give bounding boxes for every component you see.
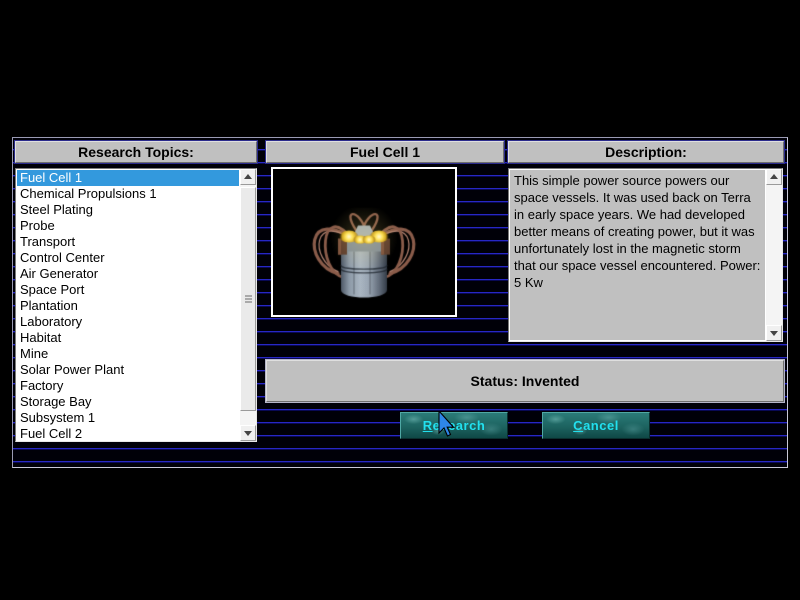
- scroll-down-arrow-icon[interactable]: [766, 325, 782, 341]
- fuel-cell-3d-render: [273, 169, 455, 315]
- list-item[interactable]: Laboratory: [17, 314, 239, 330]
- scrollbar-grip-icon: [245, 295, 252, 303]
- list-item[interactable]: Subsystem 1: [17, 410, 239, 426]
- description-textbox[interactable]: This simple power source powers our spac…: [508, 168, 783, 342]
- list-item[interactable]: Steel Plating: [17, 202, 239, 218]
- scroll-up-arrow-icon[interactable]: [240, 169, 256, 185]
- description-panel: Description: This simple power source po…: [506, 138, 786, 348]
- detail-panel: Fuel Cell 1: [265, 138, 506, 328]
- list-item[interactable]: Habitat: [17, 330, 239, 346]
- topics-caption: Research Topics:: [14, 140, 258, 164]
- topics-panel: Research Topics: Fuel Cell 1 Chemical Pr…: [13, 138, 261, 448]
- research-button-label: esearch: [432, 418, 486, 433]
- list-item[interactable]: Air Generator: [17, 266, 239, 282]
- artwork-frame: [271, 167, 457, 317]
- list-item[interactable]: Space Port: [17, 282, 239, 298]
- scroll-up-arrow-icon[interactable]: [766, 169, 782, 185]
- cancel-button[interactable]: Cancel: [542, 412, 650, 439]
- status-badge: Status: Invented: [265, 359, 785, 403]
- scroll-down-arrow-icon[interactable]: [240, 425, 256, 441]
- list-item[interactable]: Transport: [17, 234, 239, 250]
- description-scrollbar[interactable]: [766, 169, 782, 341]
- description-text: This simple power source powers our spac…: [510, 170, 765, 340]
- research-button[interactable]: Research: [400, 412, 508, 439]
- list-item[interactable]: Plantation: [17, 298, 239, 314]
- list-item[interactable]: Control Center: [17, 250, 239, 266]
- cancel-button-mnemonic: C: [573, 418, 584, 433]
- research-dialog: Research Topics: Fuel Cell 1 Chemical Pr…: [12, 137, 788, 468]
- cancel-button-label: ancel: [583, 418, 619, 433]
- list-item[interactable]: Storage Bay: [17, 394, 239, 410]
- list-item[interactable]: Chemical Propulsions 1: [17, 186, 239, 202]
- list-item[interactable]: Factory: [17, 378, 239, 394]
- list-item[interactable]: Probe: [17, 218, 239, 234]
- detail-caption: Fuel Cell 1: [265, 140, 505, 164]
- list-item[interactable]: Fuel Cell 2: [17, 426, 239, 441]
- topics-listbox[interactable]: Fuel Cell 1 Chemical Propulsions 1 Steel…: [15, 168, 257, 442]
- list-item[interactable]: Mine: [17, 346, 239, 362]
- list-item[interactable]: Solar Power Plant: [17, 362, 239, 378]
- list-item[interactable]: Fuel Cell 1: [17, 170, 239, 186]
- topics-scrollbar-thumb[interactable]: [240, 187, 256, 411]
- description-caption: Description:: [507, 140, 785, 164]
- topics-list-inner: Fuel Cell 1 Chemical Propulsions 1 Steel…: [17, 170, 239, 441]
- research-button-mnemonic: R: [422, 418, 433, 433]
- topics-scrollbar[interactable]: [240, 169, 256, 441]
- game-screen: Research Topics: Fuel Cell 1 Chemical Pr…: [0, 0, 800, 600]
